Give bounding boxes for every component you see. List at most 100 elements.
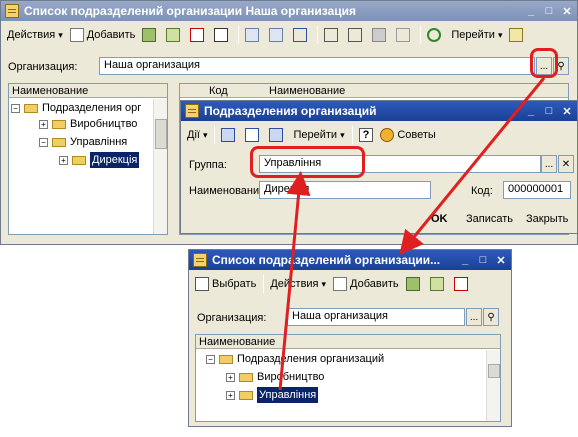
delete-button[interactable] xyxy=(451,274,474,294)
dialog-titlebar[interactable]: Подразделения организаций _ □ ✕ xyxy=(181,101,577,121)
name-field[interactable]: Дирекція xyxy=(259,181,431,199)
toolbar-separator xyxy=(317,26,319,44)
close-icon[interactable]: ✕ xyxy=(559,4,575,18)
expand-icon[interactable]: + xyxy=(226,390,235,400)
collapse-icon[interactable]: − xyxy=(39,137,48,147)
actions-menu-button[interactable]: Действия xyxy=(4,25,66,45)
tree-node-selected[interactable]: + Дирекція xyxy=(59,152,140,168)
goto-menu-button[interactable]: Перейти xyxy=(448,25,505,45)
add-group-icon xyxy=(405,277,420,291)
column-code-header[interactable]: Код xyxy=(209,84,269,97)
minimize-icon[interactable]: _ xyxy=(457,253,473,267)
expand-icon[interactable]: + xyxy=(226,372,235,382)
save-button[interactable]: Записать xyxy=(466,213,513,225)
second-add-button[interactable]: Добавить xyxy=(330,274,402,294)
filter-value-button[interactable] xyxy=(345,25,368,45)
scrollbar-thumb[interactable] xyxy=(155,119,167,149)
add-group-button[interactable] xyxy=(403,274,426,294)
folder-icon xyxy=(52,137,66,147)
tree-node[interactable]: − Подразделения орг xyxy=(11,100,141,116)
filter-icon xyxy=(324,28,339,42)
tree-node[interactable]: + Виробництво xyxy=(39,116,137,132)
second-actions-menu[interactable]: Действия xyxy=(267,274,329,294)
tree-header: Наименование xyxy=(9,84,167,98)
group-clear-button[interactable]: ✕ xyxy=(558,155,574,173)
edit-button[interactable] xyxy=(211,25,234,45)
ellipsis-highlight xyxy=(530,48,558,78)
second-tree-scrollbar[interactable] xyxy=(486,350,500,421)
list-header: Код Наименование xyxy=(180,84,568,98)
close-icon[interactable]: ✕ xyxy=(559,104,575,118)
hierarchy-button[interactable] xyxy=(242,25,265,45)
tree-node-label: Управління xyxy=(257,387,319,403)
add-label: Добавить xyxy=(86,29,136,41)
forward-button[interactable] xyxy=(266,125,289,145)
close-icon[interactable]: ✕ xyxy=(493,253,509,267)
expand-icon[interactable]: + xyxy=(59,155,68,165)
list-button[interactable] xyxy=(266,25,289,45)
org-field[interactable]: Наша организация xyxy=(99,57,535,75)
second-org-label: Организация: xyxy=(197,312,267,324)
tree-node-selected[interactable]: + Управління xyxy=(226,387,319,403)
add-group-button[interactable] xyxy=(139,25,162,45)
maximize-icon[interactable]: □ xyxy=(475,253,491,267)
copy-icon xyxy=(166,28,181,42)
add-label: Добавить xyxy=(350,278,399,290)
scrollbar-thumb[interactable] xyxy=(488,364,500,378)
choose-button[interactable]: Выбрать xyxy=(192,274,259,294)
dialog-actions-menu[interactable]: Дії xyxy=(184,125,210,145)
tips-button[interactable]: Советы xyxy=(377,125,438,145)
add-button[interactable]: Добавить xyxy=(67,25,139,45)
code-field[interactable]: 000000001 xyxy=(503,181,571,199)
structure-button[interactable] xyxy=(242,125,265,145)
code-label: Код: xyxy=(471,185,493,197)
dialog-toolbar: Дії Перейти ? Советы xyxy=(181,123,577,147)
delete-button[interactable] xyxy=(187,25,210,45)
minimize-icon[interactable]: _ xyxy=(523,4,539,18)
list-icon xyxy=(269,28,284,42)
ok-button[interactable]: OK xyxy=(431,213,448,225)
second-org-select-button[interactable]: ... xyxy=(466,308,482,326)
back-button[interactable] xyxy=(218,125,241,145)
second-org-search-button[interactable]: ⚲ xyxy=(483,308,499,326)
tree-node[interactable]: − Управління xyxy=(39,134,127,150)
refresh-button[interactable] xyxy=(424,25,447,45)
second-window-titlebar[interactable]: Список подразделений организации... _ □ … xyxy=(189,250,511,270)
folder-icon xyxy=(24,103,38,113)
dialog-goto-menu[interactable]: Перейти xyxy=(290,125,347,145)
group-select-button[interactable]: ... xyxy=(541,155,557,173)
clear-filter-button[interactable] xyxy=(393,25,416,45)
filter-history-button[interactable] xyxy=(369,25,392,45)
collapse-icon[interactable]: − xyxy=(11,103,20,113)
help-icon xyxy=(509,28,524,42)
window-icon xyxy=(185,104,199,118)
close-button[interactable]: Закрыть xyxy=(526,213,568,225)
add-icon xyxy=(333,277,348,291)
magnifier-icon: ⚲ xyxy=(557,60,565,72)
tree-panel: Наименование − Подразделения орг + Виробни… xyxy=(8,83,168,235)
tree-node-label: Управління xyxy=(70,136,128,148)
tree-node-label: Виробництво xyxy=(257,371,325,383)
help-button[interactable] xyxy=(506,25,529,45)
tree-node[interactable]: + Виробництво xyxy=(226,369,324,385)
filter-history-icon xyxy=(372,28,387,42)
copy-button[interactable] xyxy=(163,25,186,45)
tree-node[interactable]: − Подразделения организаций xyxy=(206,351,384,367)
help-button[interactable]: ? xyxy=(356,125,377,145)
second-org-field[interactable]: Наша организация xyxy=(287,308,465,326)
copy-button[interactable] xyxy=(427,274,450,294)
toolbar-separator xyxy=(420,26,422,44)
collapse-icon[interactable]: − xyxy=(206,354,215,364)
main-window-titlebar[interactable]: Список подразделений организации Наша ор… xyxy=(1,1,577,21)
level-up-button[interactable] xyxy=(290,25,313,45)
toolbar-separator xyxy=(351,126,353,144)
folder-icon xyxy=(239,372,253,382)
tree-scrollbar[interactable] xyxy=(153,99,167,234)
maximize-icon[interactable]: □ xyxy=(541,104,557,118)
filter-button[interactable] xyxy=(321,25,344,45)
minimize-icon[interactable]: _ xyxy=(523,104,539,118)
column-name-header[interactable]: Наименование xyxy=(269,84,345,97)
refresh-icon xyxy=(427,28,442,42)
expand-icon[interactable]: + xyxy=(39,119,48,129)
maximize-icon[interactable]: □ xyxy=(541,4,557,18)
